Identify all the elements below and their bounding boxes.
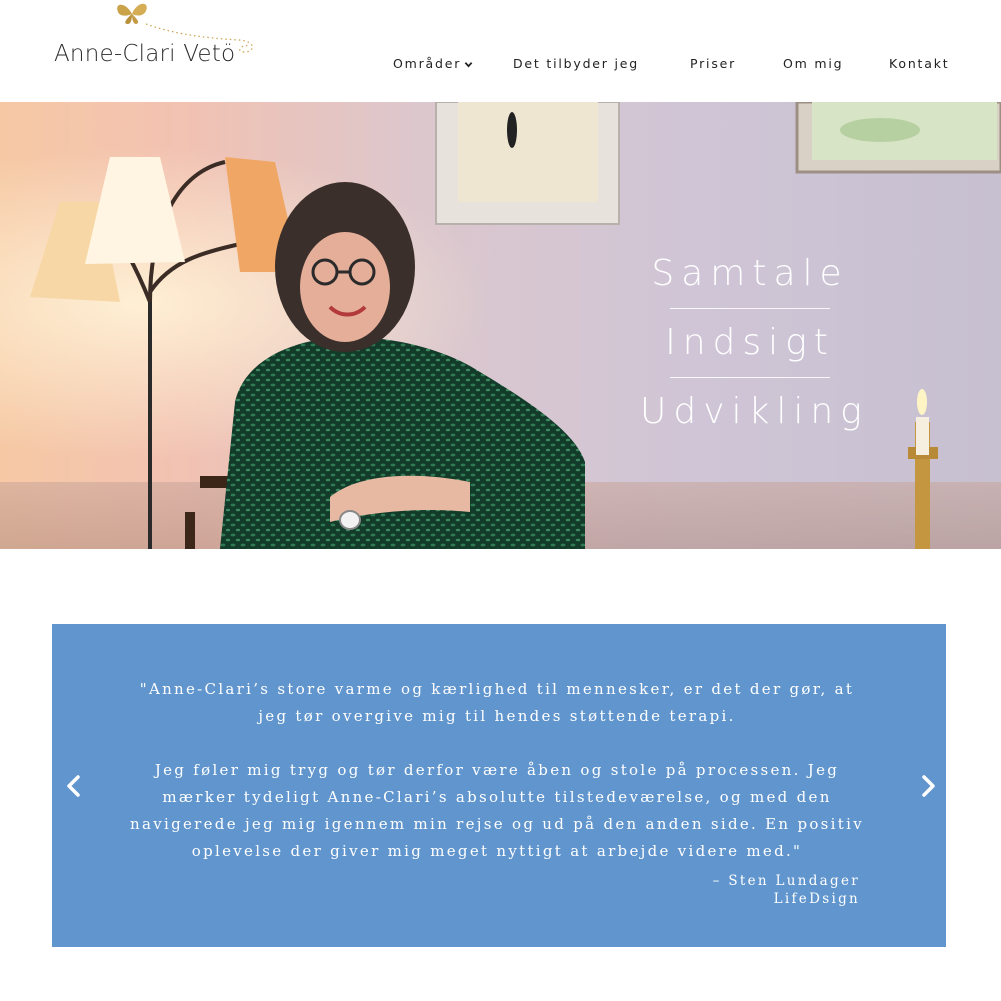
- main-nav: Områder Det tilbyder jeg Priser Om mig K…: [0, 56, 1001, 76]
- hero-banner: Samtale Indsigt Udvikling: [0, 102, 1001, 549]
- nav-item-om-mig[interactable]: Om mig: [783, 56, 843, 71]
- hero-tagline: Samtale Indsigt Udvikling: [640, 252, 869, 434]
- nav-item-omraader[interactable]: Områder: [393, 56, 473, 71]
- testimonial-author: – Sten Lundager: [712, 873, 860, 889]
- site-header: Anne-Clari Vetö Områder Det tilbyder jeg…: [0, 0, 1001, 102]
- testimonial-company: LifeDsign: [773, 891, 860, 907]
- next-testimonial-button[interactable]: [916, 772, 940, 800]
- tagline-divider: [670, 308, 830, 309]
- quote-paragraph: "Anne-Clari’s store varme og kærlighed t…: [139, 680, 855, 725]
- quote-paragraph: Jeg føler mig tryg og tør derfor være åb…: [130, 761, 864, 860]
- nav-item-label: Områder: [393, 56, 462, 71]
- chevron-right-icon: [922, 775, 935, 797]
- tagline-divider: [670, 377, 830, 378]
- tagline-word-samtale: Samtale: [651, 253, 849, 294]
- chevron-down-icon: [464, 62, 473, 68]
- nav-item-priser[interactable]: Priser: [690, 56, 736, 71]
- chevron-left-icon: [67, 775, 80, 797]
- prev-testimonial-button[interactable]: [62, 772, 86, 800]
- nav-item-kontakt[interactable]: Kontakt: [889, 56, 949, 71]
- testimonial-quote: "Anne-Clari’s store varme og kærlighed t…: [122, 676, 872, 865]
- nav-item-det-tilbyder-jeg[interactable]: Det tilbyder jeg: [513, 56, 639, 71]
- tagline-word-indsigt: Indsigt: [665, 322, 835, 363]
- testimonial-attribution: – Sten Lundager LifeDsign: [713, 872, 860, 908]
- testimonial-slider: "Anne-Clari’s store varme og kærlighed t…: [52, 624, 946, 947]
- tagline-word-udvikling: Udvikling: [640, 391, 869, 432]
